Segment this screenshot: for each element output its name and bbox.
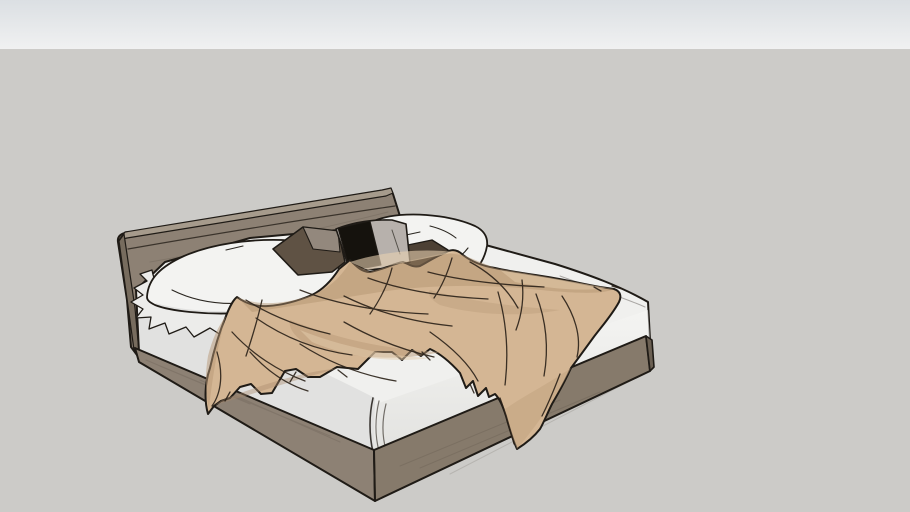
3d-viewport[interactable] [0, 0, 910, 512]
frame-corner-edge [374, 450, 375, 501]
sky [0, 0, 910, 49]
